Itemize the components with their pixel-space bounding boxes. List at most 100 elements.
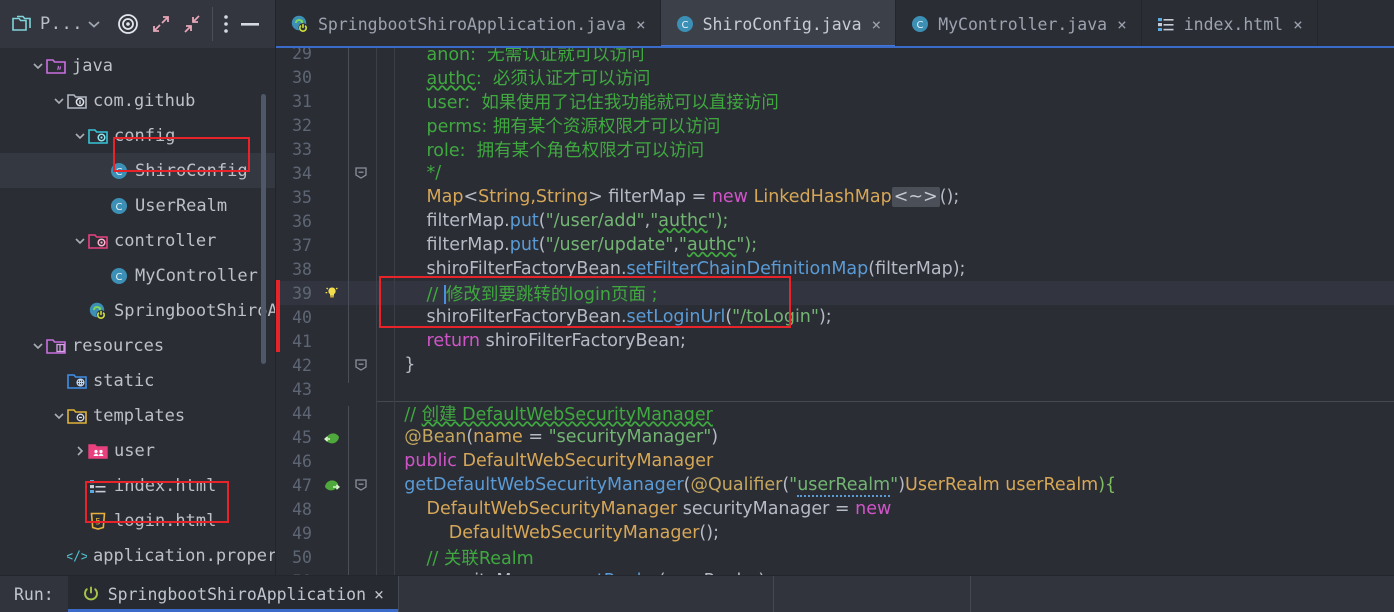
tree-item-label: com.github: [93, 91, 195, 111]
code-token: new: [712, 187, 748, 207]
code-token: LinkedHashMap: [754, 187, 892, 207]
code-line-31[interactable]: 31 user: 如果使用了记住我功能就可以直接访问: [276, 89, 1394, 113]
package-github-icon: [66, 91, 88, 111]
code-line-29[interactable]: 29 anon: 无需认证就可以访问: [276, 48, 1394, 65]
code-line-37[interactable]: 37 filterMap.put("/user/update","authc")…: [276, 233, 1394, 257]
main-body: P...: [0, 0, 1394, 575]
editor-tab-close-icon[interactable]: ×: [636, 15, 646, 34]
code-line-30[interactable]: 30 authc: 必须认证才可以访问: [276, 65, 1394, 89]
fold-region-end-icon[interactable]: [346, 357, 376, 373]
code-line-38[interactable]: 38 shiroFilterFactoryBean.setFilterChain…: [276, 257, 1394, 281]
run-tab-close-icon[interactable]: ×: [374, 585, 384, 604]
run-tool-window-bar: Run: SpringbootShiroApplication ×: [0, 575, 1394, 612]
tree-item-com-github[interactable]: com.github: [0, 83, 275, 118]
editor-tab-springbootshiroapplication-java[interactable]: SpringbootShiroApplication.java×: [276, 0, 661, 48]
tree-item-resources[interactable]: resources: [0, 328, 275, 363]
code-token: (filterMap);: [868, 259, 965, 279]
chevron-down-icon[interactable]: [31, 340, 45, 352]
code-line-text: return shiroFilterFactoryBean;: [376, 331, 686, 351]
editor-tab-close-icon[interactable]: ×: [1117, 15, 1127, 34]
locate-target-icon[interactable]: [116, 12, 140, 36]
override-method-up-icon[interactable]: [318, 428, 346, 446]
implemented-method-icon[interactable]: [318, 476, 346, 494]
static-folder-icon: [66, 371, 88, 391]
code-line-42[interactable]: 42 }: [276, 353, 1394, 377]
code-line-text: getDefaultWebSecurityManager(@Qualifier(…: [376, 475, 1116, 495]
intention-bulb-icon[interactable]: [318, 284, 346, 302]
more-options-icon[interactable]: [222, 12, 230, 36]
code-line-43[interactable]: 43: [276, 377, 1394, 401]
chevron-down-icon[interactable]: [52, 410, 66, 422]
chevron-down-icon[interactable]: [31, 60, 45, 72]
code-token: ;: [646, 285, 657, 305]
collapse-all-icon[interactable]: [181, 13, 203, 35]
tree-item-user[interactable]: user: [0, 433, 275, 468]
code-line-34[interactable]: 34 */: [276, 161, 1394, 185]
chevron-down-icon[interactable]: [73, 235, 87, 247]
code-line-40[interactable]: 40 shiroFilterFactoryBean.setLoginUrl("/…: [276, 305, 1394, 329]
code-line-36[interactable]: 36 filterMap.put("/user/add","authc");: [276, 209, 1394, 233]
project-view-selector[interactable]: P...: [6, 11, 107, 37]
project-file-tree[interactable]: java com.github configCShiroConfigCUserRea…: [0, 48, 275, 575]
code-line-47[interactable]: 47 getDefaultWebSecurityManager(@Qualifi…: [276, 473, 1394, 497]
editor-tab-close-icon[interactable]: ×: [1293, 15, 1303, 34]
tree-item-controller[interactable]: controller: [0, 223, 275, 258]
tree-item-static[interactable]: static: [0, 363, 275, 398]
fold-collapse-icon[interactable]: [346, 477, 376, 493]
tree-item-application-propert[interactable]: </>application.propert: [0, 538, 275, 573]
tree-item-config[interactable]: config: [0, 118, 275, 153]
editor-tab-bar[interactable]: SpringbootShiroApplication.java×CShiroCo…: [276, 0, 1394, 48]
chevron-right-icon[interactable]: [73, 445, 87, 457]
tree-item-shiroconfig[interactable]: CShiroConfig: [0, 153, 275, 188]
line-number: 31: [276, 92, 318, 111]
run-tab-label: SpringbootShiroApplication: [108, 585, 366, 604]
editor-tab-close-icon[interactable]: ×: [872, 15, 882, 34]
code-token: new: [855, 499, 891, 519]
editor-tab-shiroconfig-java[interactable]: CShiroConfig.java×: [661, 0, 897, 48]
tree-item-userrealm[interactable]: CUserRealm: [0, 188, 275, 223]
line-number: 43: [276, 380, 318, 399]
code-line-49[interactable]: 49 DefaultWebSecurityManager();: [276, 521, 1394, 545]
minimize-icon[interactable]: [239, 19, 261, 29]
code-token: authc: [427, 69, 476, 89]
tree-item-templates[interactable]: templates: [0, 398, 275, 433]
code-line-text: filterMap.put("/user/add","authc");: [376, 211, 728, 231]
code-token: (: [539, 211, 546, 231]
tree-item-mycontroller[interactable]: CMyController: [0, 258, 275, 293]
code-token: perms: 拥有某个资源权限才可以访问: [382, 117, 720, 137]
tree-item-login-html[interactable]: 5login.html: [0, 503, 275, 538]
code-token: user: 如果使用了记住我功能就可以直接访问: [382, 93, 779, 113]
thymeleaf-html-icon: [1156, 14, 1176, 34]
code-line-50[interactable]: 50 // 关联Realm: [276, 545, 1394, 569]
spring-boot-class-icon: [87, 301, 109, 321]
code-token: role: 拥有某个角色权限才可以访问: [382, 141, 704, 161]
editor-tab-mycontroller-java[interactable]: CMyController.java×: [896, 0, 1142, 48]
code-token: DefaultWebSecurityManager: [382, 523, 699, 543]
code-line-32[interactable]: 32 perms: 拥有某个资源权限才可以访问: [276, 113, 1394, 137]
code-line-46[interactable]: 46 public DefaultWebSecurityManager: [276, 449, 1394, 473]
line-number: 35: [276, 188, 318, 207]
tree-item-index-html[interactable]: index.html: [0, 468, 275, 503]
run-configuration-tab[interactable]: SpringbootShiroApplication ×: [68, 576, 398, 612]
code-line-41[interactable]: 41 return shiroFilterFactoryBean;: [276, 329, 1394, 353]
tree-item-springbootshiroap[interactable]: SpringbootShiroAp: [0, 293, 275, 328]
code-line-35[interactable]: 35 Map<String,String> filterMap = new Li…: [276, 185, 1394, 209]
code-token: ");: [736, 235, 757, 255]
code-line-39[interactable]: 39 // 修改到要跳转的login页面 ;: [276, 281, 1394, 305]
code-line-44[interactable]: 44 // 创建 DefaultWebSecurityManager: [276, 401, 1394, 425]
chevron-down-icon[interactable]: [52, 95, 66, 107]
project-tree-scrollbar[interactable]: [261, 94, 266, 364]
code-line-48[interactable]: 48 DefaultWebSecurityManager securityMan…: [276, 497, 1394, 521]
code-token: userRealm: [1000, 475, 1099, 495]
chevron-down-icon[interactable]: [73, 130, 87, 142]
code-editor[interactable]: 29 anon: 无需认证就可以访问30 authc: 必须认证才可以访问31 …: [276, 48, 1394, 575]
code-line-33[interactable]: 33 role: 拥有某个角色权限才可以访问: [276, 137, 1394, 161]
code-line-45[interactable]: 45 @Bean(name = "securityManager"): [276, 425, 1394, 449]
tree-item-label: static: [93, 371, 154, 391]
fold-region-end-icon[interactable]: [346, 165, 376, 181]
code-token: return: [427, 331, 481, 351]
tree-item-java[interactable]: java: [0, 48, 275, 83]
expand-all-icon[interactable]: [150, 13, 172, 35]
tree-item-label: UserRealm: [135, 196, 227, 216]
editor-tab-index-html[interactable]: index.html×: [1142, 0, 1318, 48]
